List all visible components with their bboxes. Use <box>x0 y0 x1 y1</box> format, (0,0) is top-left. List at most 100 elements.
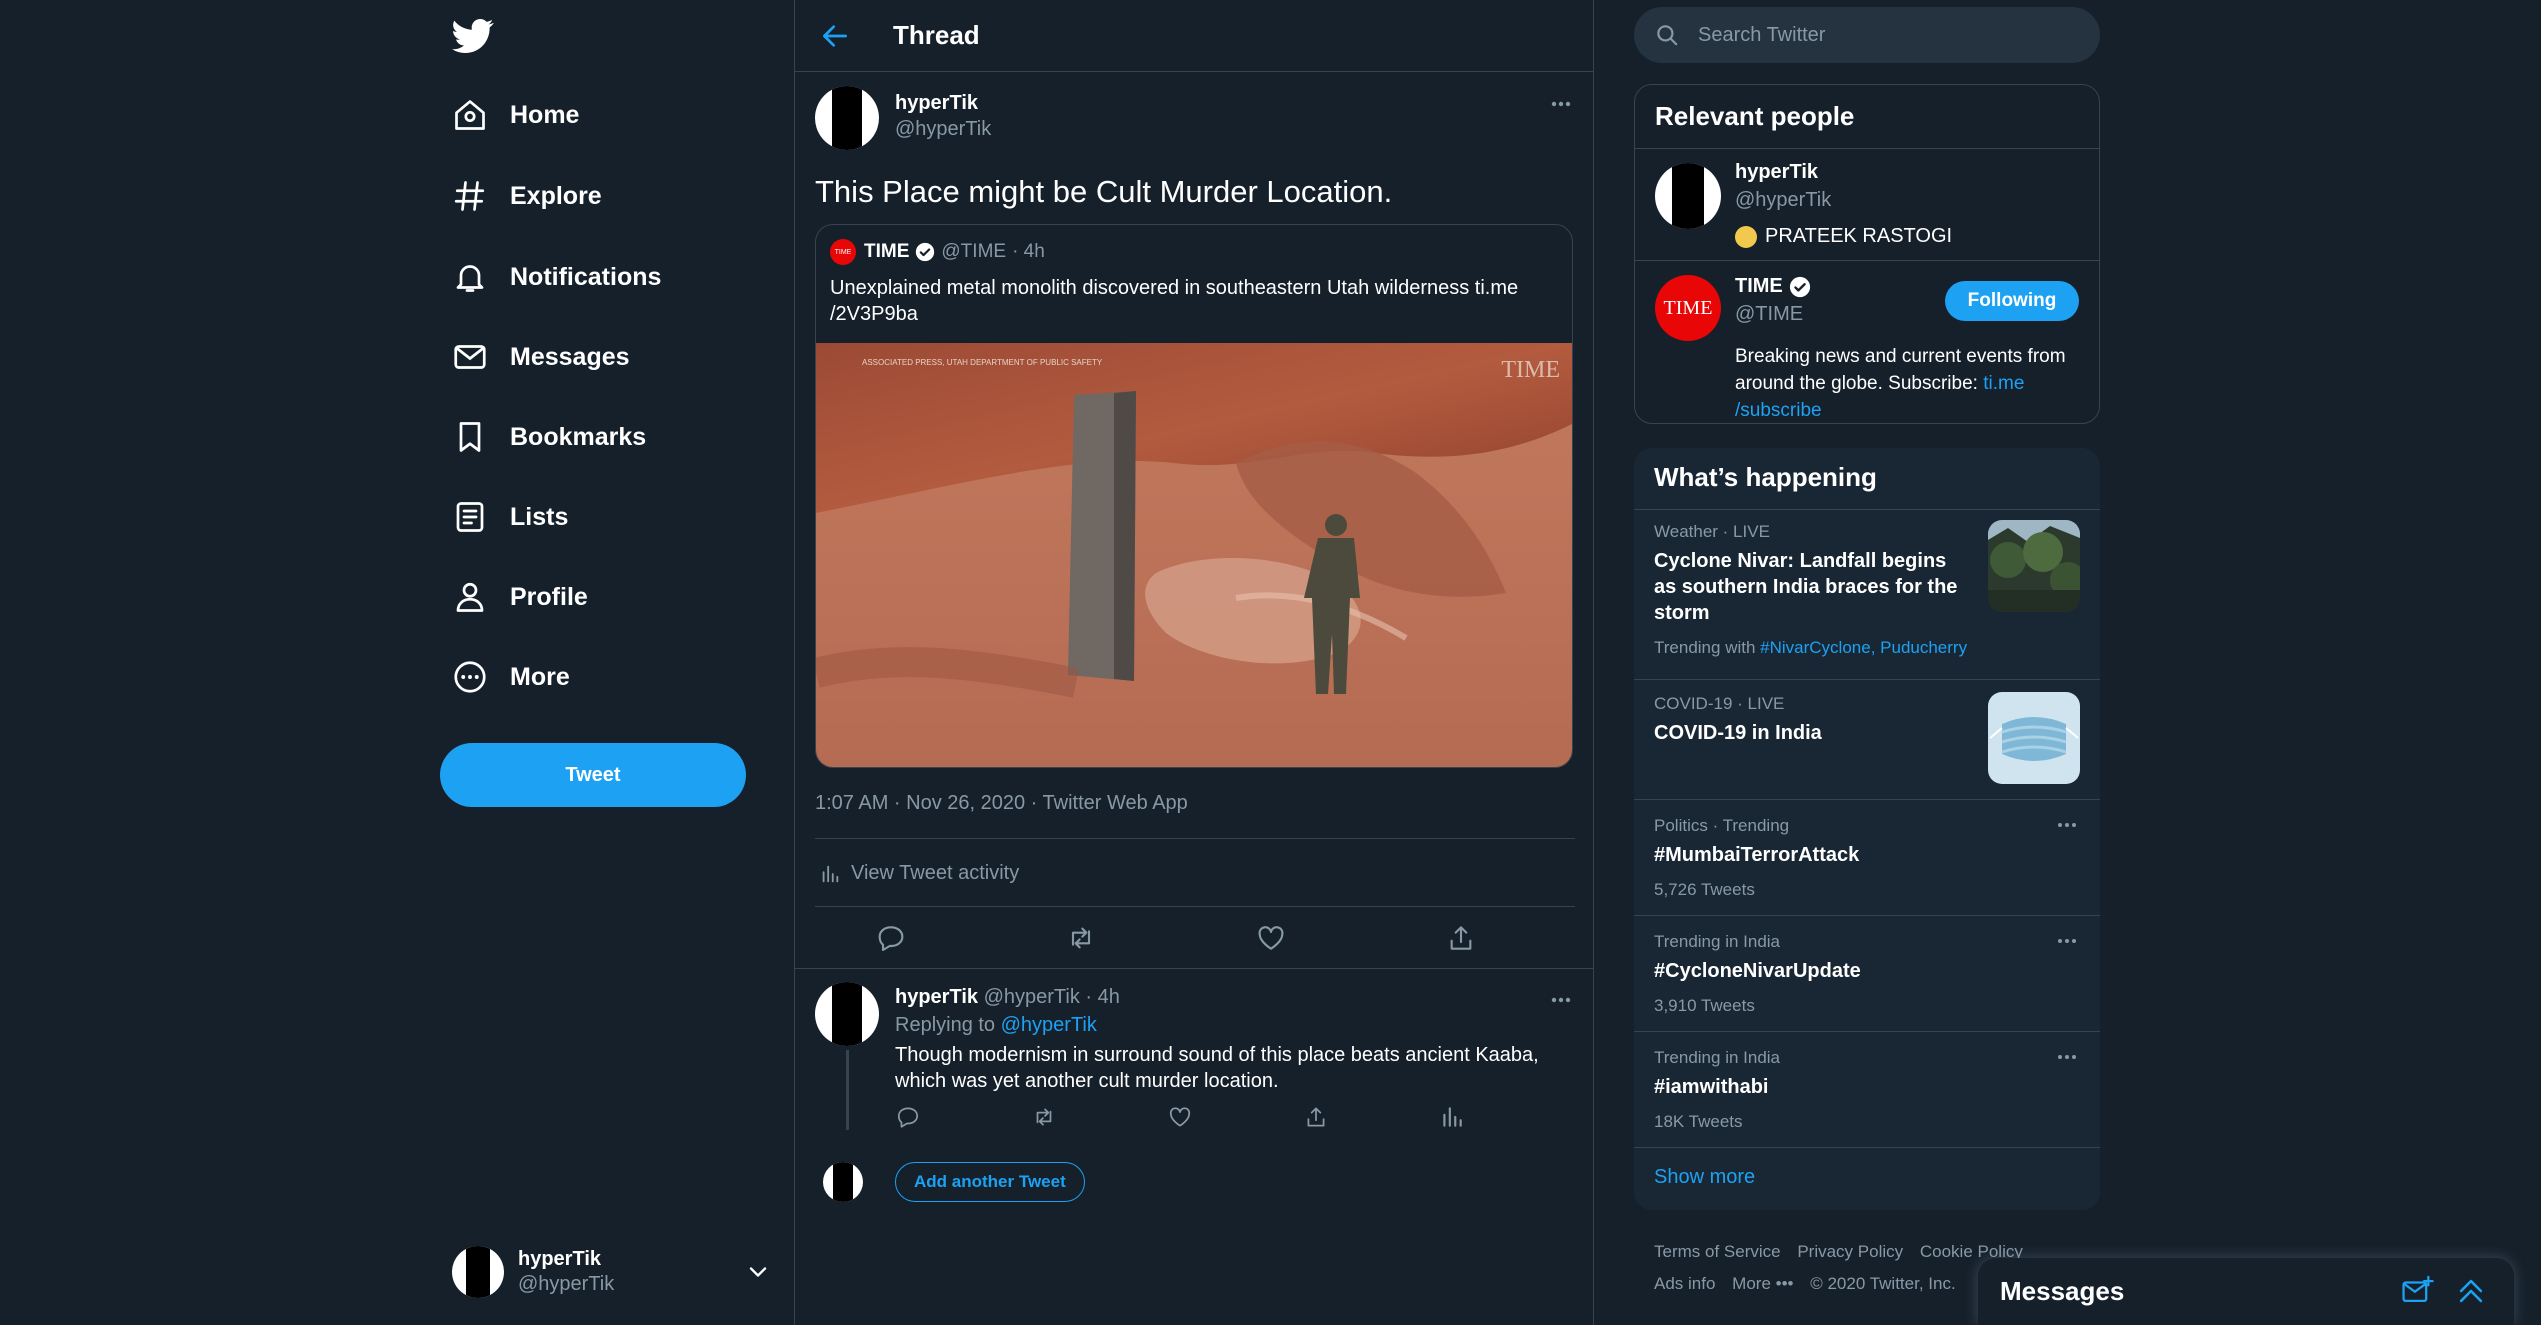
person-handle[interactable]: @TIME <box>1735 303 1803 326</box>
footer-more-link[interactable]: More ••• <box>1732 1274 1793 1293</box>
emoji-icon <box>1735 225 1757 248</box>
more-options-icon[interactable] <box>1547 94 1575 114</box>
account-switcher[interactable]: hyperTik @hyperTik <box>452 1244 772 1300</box>
divider <box>815 906 1575 907</box>
whats-happening-title: What’s happening <box>1654 462 1877 492</box>
more-options-icon[interactable] <box>2054 816 2080 834</box>
back-arrow-icon[interactable] <box>819 20 851 52</box>
person-name[interactable]: hyperTik <box>1735 161 1818 184</box>
like-icon[interactable] <box>1255 922 1287 954</box>
tweet-button[interactable]: Tweet <box>440 743 746 807</box>
view-activity-link[interactable]: View Tweet activity <box>819 862 1019 885</box>
show-more-link[interactable]: Show more <box>1654 1166 1755 1189</box>
like-icon[interactable] <box>1167 1104 1193 1130</box>
trend-tweet-count: 18K Tweets <box>1654 1112 1743 1131</box>
person-row[interactable]: TIME TIME @TIME Following Breaking news … <box>1635 260 2099 423</box>
reply-icon[interactable] <box>895 1104 921 1130</box>
quoted-tweet-time: · 4h <box>1012 241 1045 262</box>
thread-header: Thread <box>795 0 1593 72</box>
following-button[interactable]: Following <box>1945 281 2079 321</box>
hashtag-icon <box>452 178 488 214</box>
privacy-link[interactable]: Privacy Policy <box>1797 1242 1903 1261</box>
avatar[interactable] <box>815 86 879 150</box>
trend-item[interactable]: COVID-19 · LIVE COVID-19 in India <box>1634 679 2100 799</box>
retweet-icon[interactable] <box>1065 922 1097 954</box>
relevant-people-title: Relevant people <box>1655 101 1855 131</box>
quoted-author-handle: @TIME <box>941 241 1007 262</box>
more-options-icon[interactable] <box>1547 990 1575 1010</box>
nav-messages[interactable]: Messages <box>452 327 630 387</box>
reply-author-handle[interactable]: @hyperTik <box>984 986 1080 1008</box>
search-input[interactable] <box>1698 23 2078 47</box>
trend-item[interactable]: Trending in India #iamwithabi 18K Tweets <box>1634 1031 2100 1147</box>
chevron-double-up-icon[interactable] <box>2454 1274 2488 1308</box>
reply-icon[interactable] <box>875 922 907 954</box>
chevron-down-icon <box>744 1258 772 1286</box>
trend-item[interactable]: Weather · LIVE Cyclone Nivar: Landfall b… <box>1634 509 2100 679</box>
nav-more[interactable]: More <box>452 647 570 707</box>
nav-explore-label: Explore <box>510 181 602 210</box>
analytics-icon[interactable] <box>1439 1104 1465 1130</box>
more-options-icon[interactable] <box>2054 1048 2080 1066</box>
avatar[interactable] <box>815 982 879 1046</box>
messages-drawer[interactable]: Messages <box>1978 1258 2514 1325</box>
trend-item[interactable]: Politics · Trending #MumbaiTerrorAttack … <box>1634 799 2100 915</box>
nav-home[interactable]: Home <box>452 85 579 145</box>
show-more-row[interactable]: Show more <box>1634 1147 2100 1207</box>
new-message-icon[interactable] <box>2400 1274 2434 1308</box>
person-name-wrap[interactable]: TIME <box>1735 275 1811 298</box>
share-icon[interactable] <box>1303 1104 1329 1130</box>
trend-meta: Trending in India <box>1654 932 1781 951</box>
search-bar[interactable] <box>1634 7 2100 63</box>
tweet-author-name[interactable]: hyperTik <box>895 92 978 115</box>
reply-author-name[interactable]: hyperTik <box>895 986 978 1008</box>
nav-bookmarks[interactable]: Bookmarks <box>452 407 646 467</box>
reply-time[interactable]: · 4h <box>1085 986 1119 1008</box>
trend-meta: COVID-19 · LIVE <box>1654 694 1785 713</box>
nav-messages-label: Messages <box>510 342 630 371</box>
replying-to-prefix: Replying to <box>895 1014 996 1036</box>
reply-tweet[interactable]: hyperTik @hyperTik · 4h Replying to @hyp… <box>815 982 1575 1142</box>
time-avatar[interactable]: TIME <box>1655 275 1721 341</box>
twitter-logo-icon[interactable] <box>452 15 494 57</box>
nav-profile[interactable]: Profile <box>452 567 588 627</box>
tweet-text: This Place might be Cult Murder Location… <box>815 174 1393 209</box>
person-icon <box>452 579 488 615</box>
quoted-tweet-video[interactable]: ASSOCIATED PRESS, UTAH DEPARTMENT OF PUB… <box>816 343 1572 767</box>
ads-info-link[interactable]: Ads info <box>1654 1274 1715 1293</box>
home-icon <box>452 97 488 133</box>
trend-meta: Weather · LIVE <box>1654 522 1770 541</box>
nav-profile-label: Profile <box>510 582 588 611</box>
reply-actions <box>895 1104 1495 1134</box>
nav-home-label: Home <box>510 100 580 129</box>
more-circle-icon <box>452 659 488 695</box>
quoted-tweet-header: TIME TIME @TIME · 4h <box>830 239 1045 265</box>
person-row[interactable]: hyperTik @hyperTik PRATEEK RASTOGI <box>1635 148 2099 260</box>
trend-sub-prefix: Trending with <box>1654 638 1761 657</box>
person-handle[interactable]: @hyperTik <box>1735 189 1831 212</box>
nav-lists[interactable]: Lists <box>452 487 568 547</box>
replying-to-link[interactable]: @hyperTik <box>1001 1014 1097 1036</box>
quoted-tweet[interactable]: TIME TIME @TIME · 4h Unexplained metal m… <box>815 224 1573 768</box>
thread-connector <box>846 1050 849 1130</box>
retweet-icon[interactable] <box>1031 1104 1057 1130</box>
terms-link[interactable]: Terms of Service <box>1654 1242 1781 1261</box>
share-icon[interactable] <box>1445 922 1477 954</box>
trend-tweet-count: 3,910 Tweets <box>1654 996 1755 1015</box>
tweet-author-handle[interactable]: @hyperTik <box>895 118 991 141</box>
trend-item[interactable]: Trending in India #CycloneNivarUpdate 3,… <box>1634 915 2100 1031</box>
more-options-icon[interactable] <box>2054 932 2080 950</box>
avatar[interactable] <box>1655 163 1721 229</box>
envelope-icon <box>452 339 488 375</box>
trend-hashtag-links[interactable]: #NivarCyclone, Puducherry <box>1760 638 1967 657</box>
nav-lists-label: Lists <box>510 502 569 531</box>
add-another-tweet-button[interactable]: Add another Tweet <box>895 1162 1085 1202</box>
avatar <box>823 1162 863 1202</box>
nav-explore[interactable]: Explore <box>452 166 602 226</box>
nav-notifications[interactable]: Notifications <box>452 247 661 307</box>
tweet-timestamp[interactable]: 1:07 AM · Nov 26, 2020 · Twitter Web App <box>815 792 1188 815</box>
divider <box>815 838 1575 839</box>
person-bio-text: PRATEEK RASTOGI <box>1765 225 1953 247</box>
trend-title: #iamwithabi <box>1654 1076 1769 1098</box>
view-activity-label: View Tweet activity <box>851 862 1020 884</box>
